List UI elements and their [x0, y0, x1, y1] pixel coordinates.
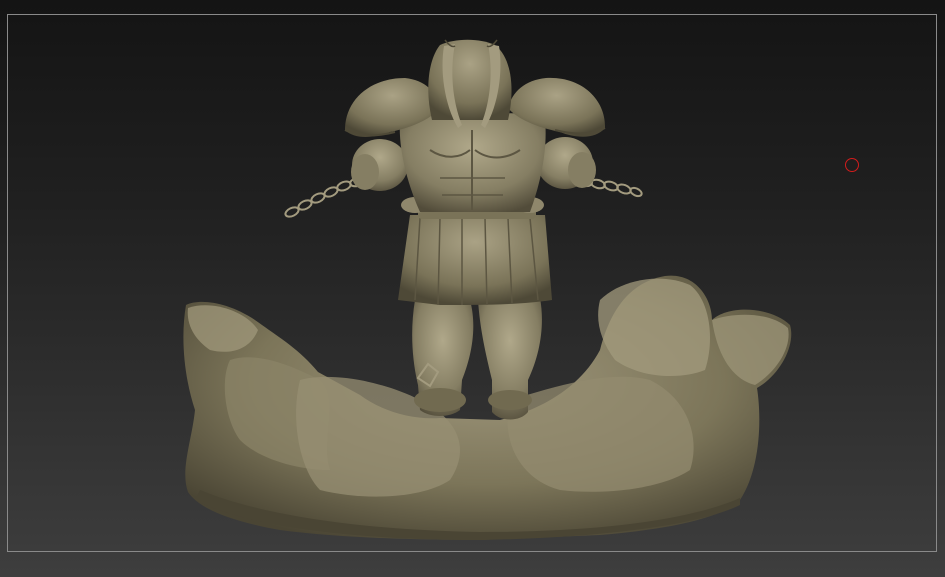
zbrush-canvas[interactable]	[0, 0, 945, 577]
brush-circle-icon	[845, 158, 859, 172]
document-frame	[7, 14, 937, 552]
